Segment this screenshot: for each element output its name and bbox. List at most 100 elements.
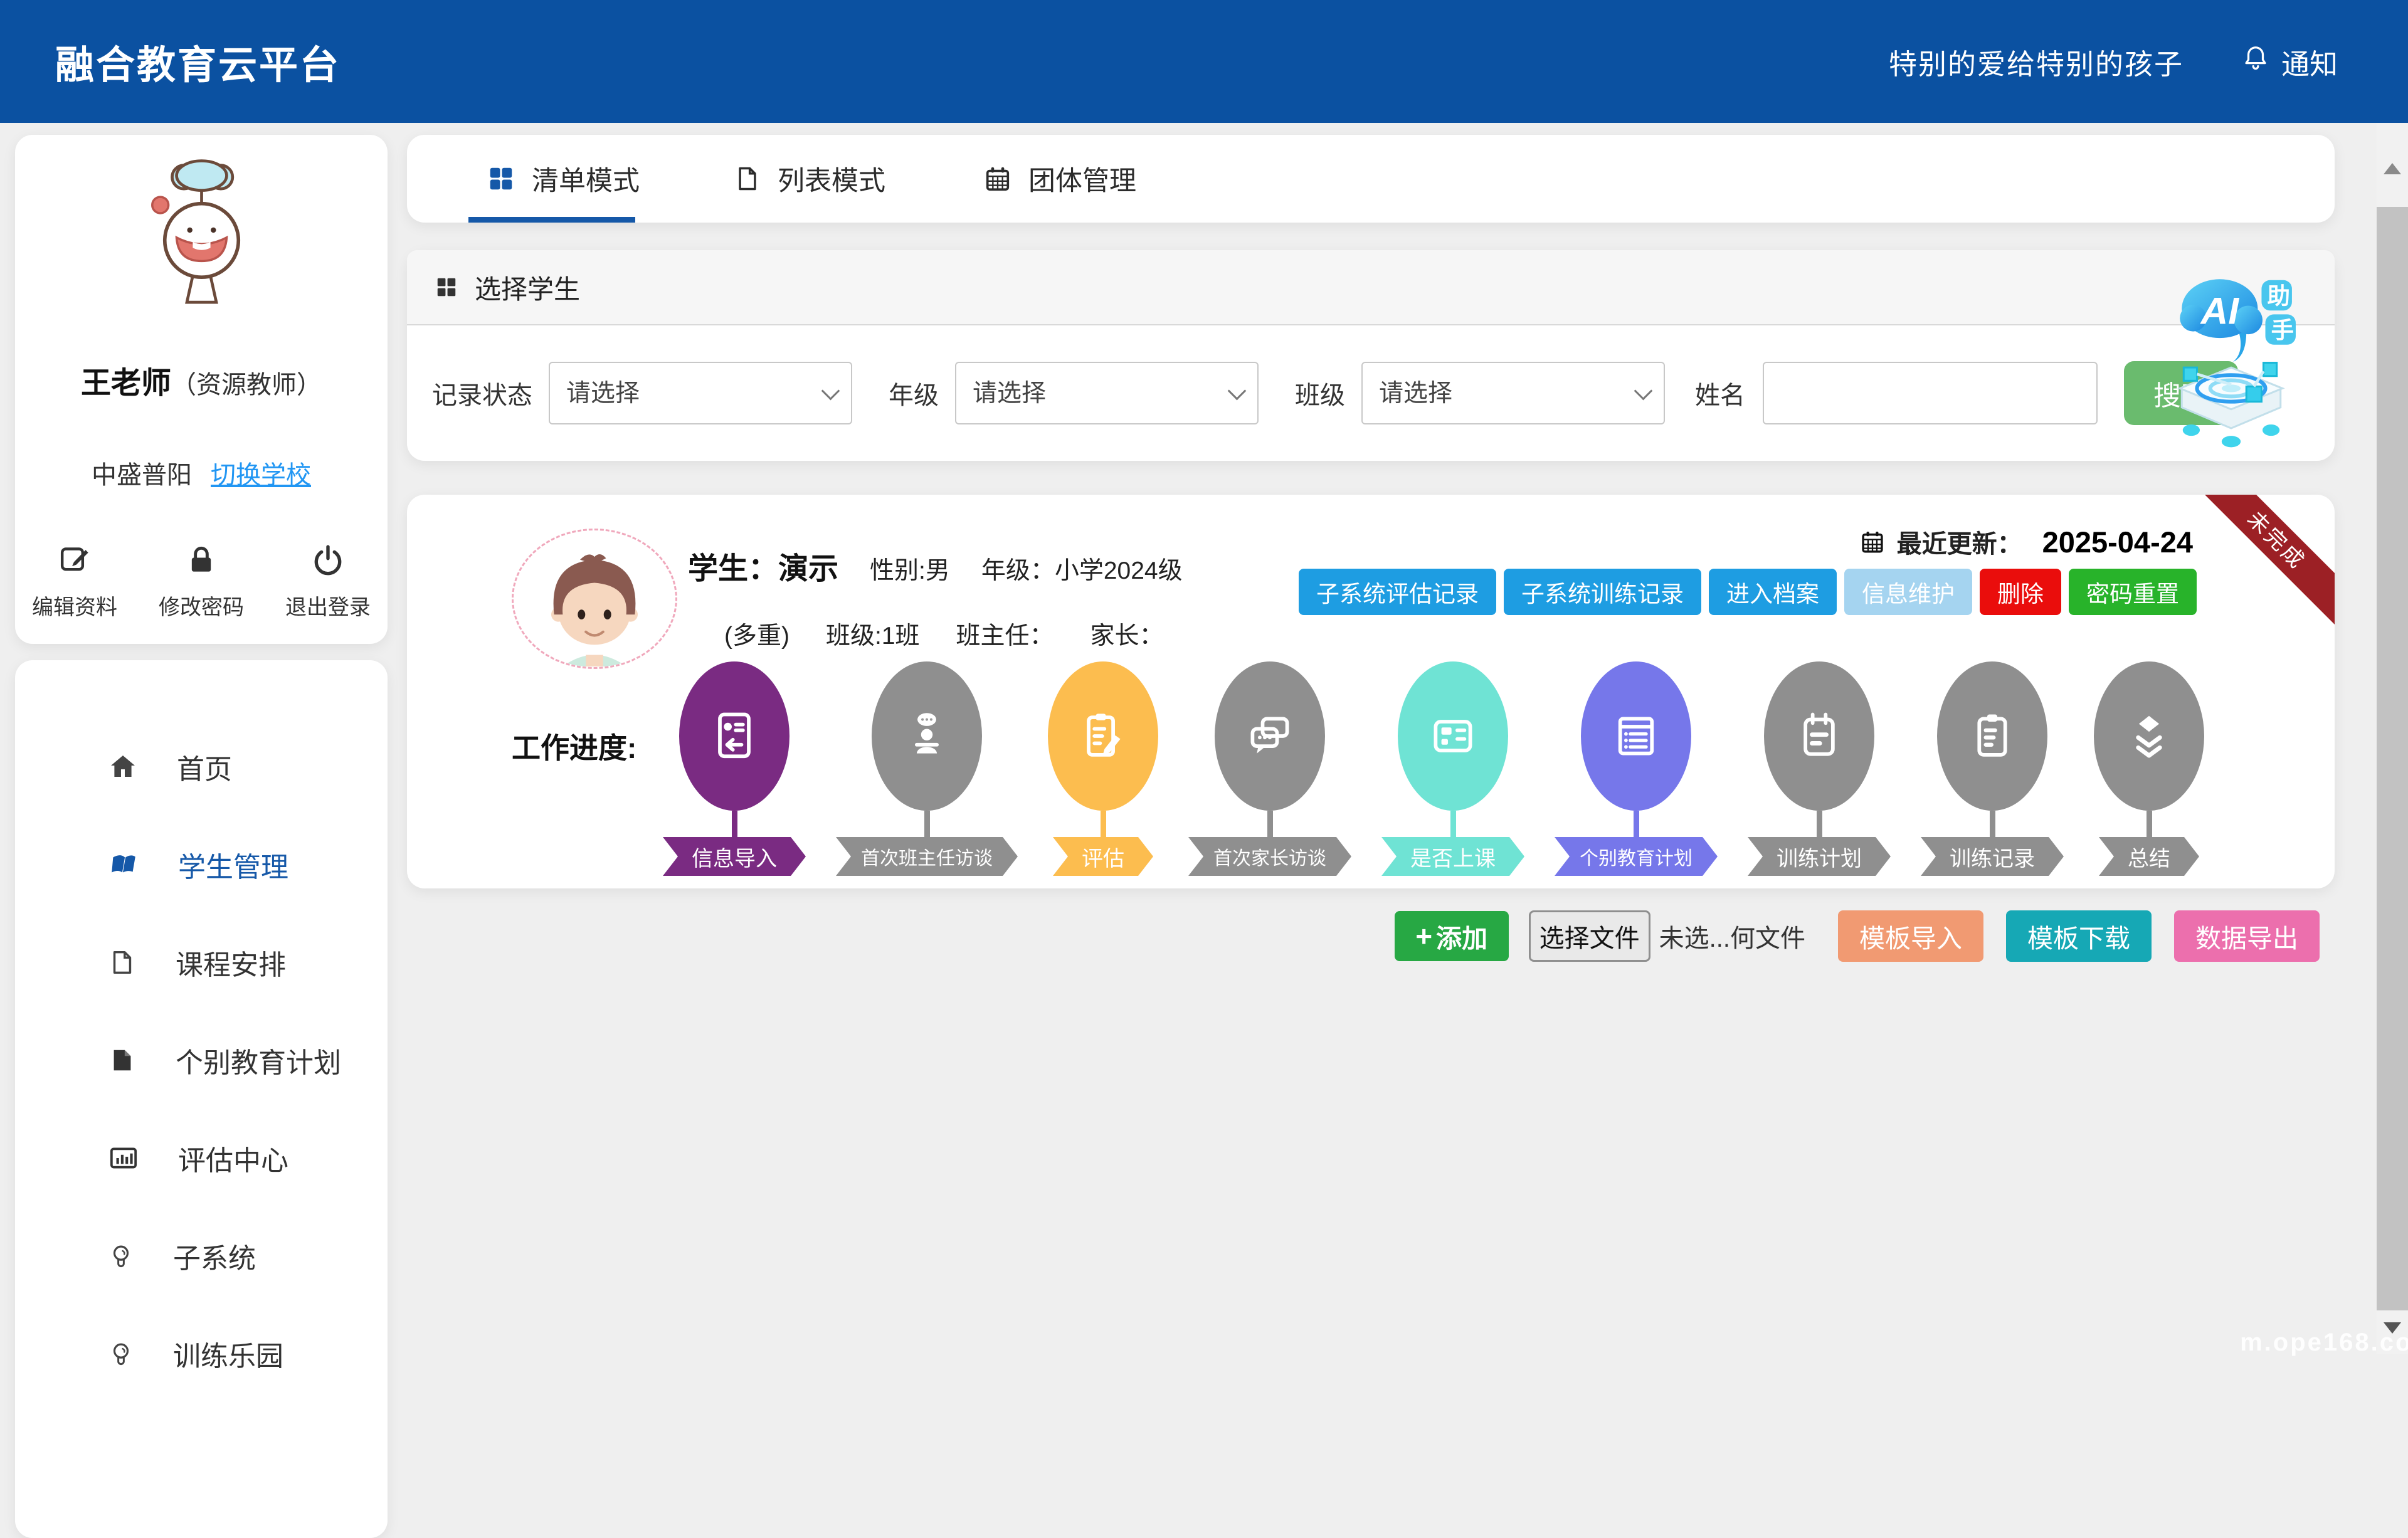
choose-file-button[interactable]: 选择文件: [1529, 910, 1650, 962]
switch-school-link[interactable]: 切换学校: [211, 455, 311, 491]
sidebar-item-label: 个别教育计划: [176, 1040, 341, 1080]
record-status-select[interactable]: 请选择: [549, 362, 852, 424]
progress-step-teacher-interview[interactable]: 首次班主任访谈: [836, 661, 1018, 876]
boy-avatar: [522, 542, 667, 667]
notice-button[interactable]: 通知: [2241, 41, 2338, 82]
student-grade: 年级：小学2024级: [981, 551, 1183, 586]
file-solid-icon: [108, 1046, 137, 1075]
last-updated-row: 最近更新： 2025-04-24: [1859, 524, 2193, 560]
calendar-icon: [983, 164, 1012, 193]
sidebar-item-label: 评估中心: [178, 1138, 288, 1178]
progress-step-summary[interactable]: 总结: [2094, 661, 2204, 876]
tab-label: 列表模式: [778, 159, 885, 198]
power-icon: [310, 542, 346, 577]
filter-panel: 选择学生 记录状态 请选择 年级 请选择 班级 请选择 姓名 搜索: [407, 250, 2335, 461]
tab-list-mode[interactable]: 清单模式: [487, 159, 640, 198]
sidebar-item-students[interactable]: 学生管理: [15, 816, 388, 914]
sidebar-item-label: 训练乐园: [173, 1334, 283, 1374]
logout-button[interactable]: 退出登录: [285, 542, 371, 621]
student-card: 未完成 最近更新： 2025-04-24 学生：演示 性别:男 年级：小学202…: [407, 495, 2335, 888]
tab-table-mode[interactable]: 列表模式: [734, 159, 885, 198]
calendar-icon: [1859, 529, 1886, 555]
progress-step-iep[interactable]: 个别教育计划: [1555, 661, 1718, 876]
enter-archive-button[interactable]: 进入档案: [1709, 569, 1837, 615]
header-right: 特别的爱给特别的孩子 通知: [1889, 41, 2338, 82]
student-action-buttons: 子系统评估记录 子系统训练记录 进入档案 信息维护 删除 密码重置: [1299, 569, 2197, 615]
nav-list: 首页 学生管理 课程安排 个别教育计划 评估中心 子系统 训练乐园: [15, 660, 388, 1403]
sidebar-item-label: 首页: [177, 747, 232, 787]
delete-button[interactable]: 删除: [1980, 569, 2061, 615]
sidebar-item-training-park[interactable]: 训练乐园: [15, 1305, 388, 1403]
last-updated-label: 最近更新：: [1897, 524, 2022, 560]
logout-label: 退出登录: [285, 590, 371, 621]
progress-label: 工作进度:: [512, 725, 636, 767]
nav-card: 首页 学生管理 课程安排 个别教育计划 评估中心 子系统 训练乐园: [15, 660, 388, 1538]
subsystem-assessment-record-button[interactable]: 子系统评估记录: [1299, 569, 1496, 615]
progress-step-parent-interview[interactable]: 首次家长访谈: [1188, 661, 1351, 876]
student-avatar: [512, 529, 677, 669]
student-info: 学生：演示 性别:男 年级：小学2024级 (多重) 班级:1班 班主任： 家长…: [688, 544, 1183, 651]
tab-group-management[interactable]: 团体管理: [983, 159, 1136, 198]
grid-icon: [487, 164, 515, 193]
edit-profile-button[interactable]: 编辑资料: [32, 542, 117, 621]
chart-icon: [108, 1142, 139, 1174]
bell-icon: [2241, 44, 2270, 80]
scrollbar[interactable]: m.ope168.com: [2377, 123, 2408, 1354]
file-icon: [108, 948, 137, 977]
add-student-button[interactable]: + 添加: [1395, 911, 1509, 961]
training-plan-icon: [1790, 707, 1848, 765]
student-tag: (多重): [724, 616, 789, 651]
tab-bar: 清单模式 列表模式 团体管理: [407, 135, 2335, 223]
sidebar-item-label: 子系统: [173, 1236, 256, 1276]
sidebar-item-assessment[interactable]: 评估中心: [15, 1109, 388, 1207]
progress-step-training-record[interactable]: 训练记录: [1921, 661, 2064, 876]
teacher-interview-icon: [898, 707, 956, 765]
student-class: 班级:1班: [826, 616, 920, 651]
student-name-input[interactable]: [1763, 362, 2098, 424]
scrollbar-thumb[interactable]: [2377, 207, 2408, 1310]
password-reset-button[interactable]: 密码重置: [2069, 569, 2197, 615]
sidebar-item-subsystem[interactable]: 子系统: [15, 1207, 388, 1305]
assessment-icon: [1074, 707, 1132, 765]
scroll-up-icon[interactable]: [2382, 161, 2402, 177]
notice-label: 通知: [2281, 41, 2338, 82]
class-select[interactable]: 请选择: [1361, 362, 1665, 424]
record-status-label: 记录状态: [432, 375, 532, 411]
change-password-button[interactable]: 修改密码: [159, 542, 244, 621]
sidebar-item-label: 课程安排: [176, 942, 286, 982]
sidebar-item-iep[interactable]: 个别教育计划: [15, 1011, 388, 1109]
ai-assistant-widget[interactable]: AI 助 手: [2165, 268, 2298, 451]
subsystem-training-record-button[interactable]: 子系统训练记录: [1504, 569, 1701, 615]
ai-assistant-icon: AI 助 手: [2165, 268, 2298, 451]
class-label: 班级: [1295, 375, 1345, 411]
progress-step-training-plan[interactable]: 训练计划: [1748, 661, 1891, 876]
school-name: 中盛普阳: [92, 455, 192, 491]
grade-select[interactable]: 请选择: [955, 362, 1259, 424]
sidebar-item-courses[interactable]: 课程安排: [15, 914, 388, 1011]
teacher-name-row: 王老师 （资源教师）: [81, 358, 322, 402]
progress-step-info-import[interactable]: 信息导入: [663, 661, 806, 876]
sidebar-item-home[interactable]: 首页: [15, 718, 388, 816]
tab-label: 清单模式: [532, 159, 640, 198]
svg-text:手: 手: [2271, 317, 2294, 343]
change-password-label: 修改密码: [159, 590, 244, 621]
plus-icon: +: [1415, 919, 1432, 953]
profile-card: 王老师 （资源教师） 中盛普阳 切换学校 编辑资料 修改密码 退出登录: [15, 135, 388, 644]
progress-steps: 信息导入 首次班主任访谈 评估 首次家长访谈: [663, 661, 2204, 876]
template-import-button[interactable]: 模板导入: [1838, 910, 1983, 962]
id-card-import-icon: [705, 707, 763, 765]
template-download-button[interactable]: 模板下载: [2006, 910, 2152, 962]
parent-interview-icon: [1241, 707, 1299, 765]
data-export-button[interactable]: 数据导出: [2174, 910, 2320, 962]
student-head-teacher: 班主任：: [956, 616, 1054, 651]
app-title: 融合教育云平台: [55, 33, 341, 90]
teacher-avatar: [128, 151, 275, 309]
active-tab-underline: [468, 217, 635, 223]
progress-step-attendance[interactable]: 是否上课: [1381, 661, 1524, 876]
filter-title: 选择学生: [475, 268, 580, 307]
file-status-text: 未选...何文件: [1659, 918, 1805, 954]
progress-step-assessment[interactable]: 评估: [1048, 661, 1158, 876]
summary-icon: [2120, 707, 2178, 765]
info-maintenance-button[interactable]: 信息维护: [1844, 569, 1972, 615]
import-export-bar: + 添加 选择文件 未选...何文件 模板导入 模板下载 数据导出: [407, 905, 2335, 967]
